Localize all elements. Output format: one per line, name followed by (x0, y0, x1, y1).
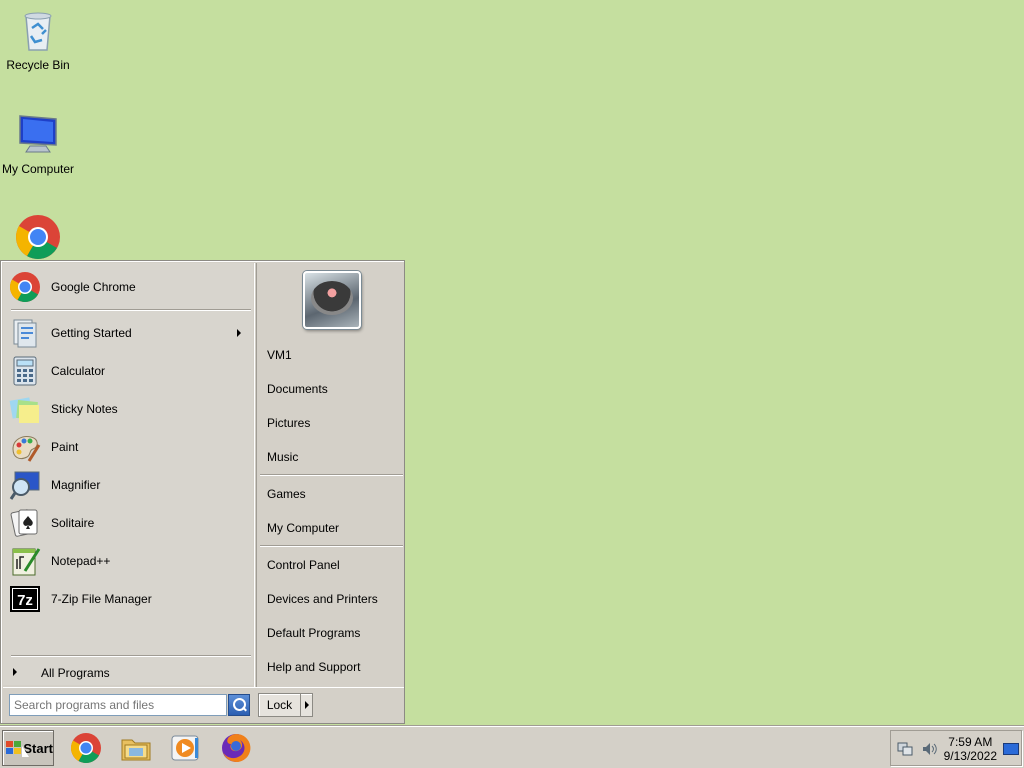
system-tray: 7:59 AM 9/13/2022 (890, 730, 1022, 766)
menu-item-magnifier[interactable]: Magnifier (9, 467, 249, 503)
menu-item-label: 7-Zip File Manager (51, 592, 152, 606)
lock-button[interactable]: Lock (258, 693, 313, 717)
menu-separator (260, 545, 403, 547)
taskbar: Start 7:59 AM 9/13/2022 (0, 726, 1024, 768)
desktop-icon-my-computer[interactable]: My Computer (0, 110, 76, 176)
start-menu: Google Chrome Getting Started Calculator… (0, 260, 405, 724)
menu-item-my-computer[interactable]: My Computer (267, 518, 402, 538)
chevron-right-icon (9, 661, 41, 685)
chevron-right-icon[interactable] (300, 694, 312, 716)
start-menu-bottom-bar: Lock (3, 687, 404, 723)
clock-date: 9/13/2022 (943, 749, 997, 763)
menu-item-getting-started[interactable]: Getting Started (9, 315, 249, 351)
menu-item-label: Solitaire (51, 516, 95, 530)
menu-item-label: Paint (51, 440, 79, 454)
svg-text:7z: 7z (17, 592, 33, 609)
menu-item-devices-printers[interactable]: Devices and Printers (267, 589, 402, 609)
file-explorer-icon[interactable] (120, 732, 152, 764)
all-programs-button[interactable]: All Programs (9, 661, 249, 685)
menu-item-label: Google Chrome (51, 280, 136, 294)
start-menu-programs-pane: Google Chrome Getting Started Calculator… (3, 263, 253, 685)
menu-separator (11, 309, 251, 311)
search-input[interactable] (9, 694, 227, 716)
7zip-icon: 7z (9, 583, 41, 615)
turntable-icon (311, 281, 353, 315)
chrome-icon[interactable] (70, 732, 102, 764)
volume-icon[interactable] (921, 741, 937, 757)
menu-item-pictures[interactable]: Pictures (267, 413, 402, 433)
paint-icon (9, 431, 41, 463)
desktop-icon-recycle-bin[interactable]: Recycle Bin (0, 6, 76, 72)
search-icon[interactable] (228, 694, 250, 716)
chevron-right-icon (237, 329, 241, 337)
menu-item-paint[interactable]: Paint (9, 429, 249, 465)
desktop-icon-label: My Computer (1, 162, 75, 176)
firefox-icon[interactable] (220, 732, 252, 764)
menu-item-sticky-notes[interactable]: Sticky Notes (9, 391, 249, 427)
menu-item-label: Notepad++ (51, 554, 111, 568)
sticky-notes-icon (9, 393, 41, 425)
network-icon[interactable] (897, 741, 913, 757)
solitaire-icon (9, 507, 41, 539)
menu-item-control-panel[interactable]: Control Panel (267, 555, 402, 575)
start-menu-places-pane: VM1 Documents Pictures Music Games My Co… (258, 263, 404, 685)
all-programs-label: All Programs (41, 666, 110, 680)
menu-separator (260, 474, 403, 476)
menu-item-notepadpp[interactable]: Notepad++ (9, 543, 249, 579)
menu-item-user-folder[interactable]: VM1 (267, 345, 402, 365)
clock[interactable]: 7:59 AM 9/13/2022 (944, 735, 997, 763)
chrome-shortcut-icon (14, 213, 62, 261)
mouse-cursor-icon (22, 746, 29, 757)
magnifier-icon (9, 469, 41, 501)
menu-item-label: Getting Started (51, 326, 132, 340)
windows-flag-icon (6, 741, 21, 755)
chrome-icon (9, 271, 41, 303)
user-avatar[interactable] (303, 271, 361, 329)
menu-item-label: Sticky Notes (51, 402, 118, 416)
computer-icon (14, 110, 62, 158)
desktop-icon-chrome[interactable] (0, 213, 76, 265)
show-desktop-icon[interactable] (1003, 743, 1019, 755)
menu-item-games[interactable]: Games (267, 484, 402, 504)
getting-started-icon (9, 317, 41, 349)
menu-item-help-support[interactable]: Help and Support (267, 657, 402, 677)
calculator-icon (9, 355, 41, 387)
menu-item-label: Calculator (51, 364, 106, 378)
lock-label: Lock (266, 698, 293, 712)
start-menu-divider (254, 263, 257, 687)
clock-time: 7:59 AM (948, 735, 993, 749)
menu-item-solitaire[interactable]: Solitaire (9, 505, 249, 541)
notepadpp-icon (9, 545, 41, 577)
menu-item-default-programs[interactable]: Default Programs (267, 623, 402, 643)
menu-item-music[interactable]: Music (267, 447, 402, 467)
menu-item-calculator[interactable]: Calculator (9, 353, 249, 389)
recycle-bin-icon (14, 6, 62, 54)
media-player-icon[interactable] (169, 732, 201, 764)
menu-item-label: Magnifier (51, 478, 101, 492)
menu-item-7zip[interactable]: 7z 7-Zip File Manager (9, 581, 249, 617)
menu-item-documents[interactable]: Documents (267, 379, 402, 399)
menu-item-google-chrome[interactable]: Google Chrome (9, 269, 249, 305)
desktop-icon-label: Recycle Bin (6, 58, 70, 72)
menu-separator (11, 655, 251, 657)
